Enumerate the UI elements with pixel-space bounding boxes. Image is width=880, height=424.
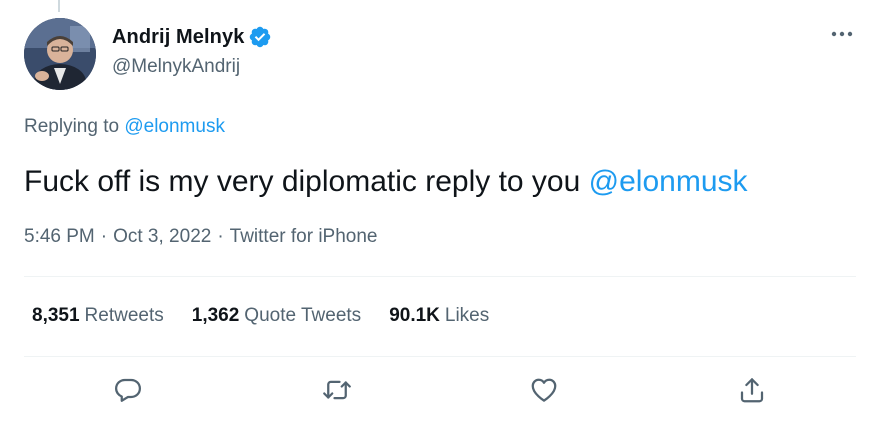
meta-separator: · [100,226,108,247]
meta-separator: · [217,226,224,247]
share-icon [740,378,764,403]
retweets-count: 8,351 [32,305,80,326]
likes-count: 90.1K [389,305,440,326]
like-button[interactable] [520,366,568,414]
author-handle[interactable]: @MelnykAndrij [112,56,272,78]
retweets-label: Retweets [84,305,164,326]
more-options-icon[interactable] [828,20,856,48]
reply-icon [115,378,141,402]
quote-tweets-stat[interactable]: 1,362 Quote Tweets [192,305,361,327]
replying-to: Replying to @elonmusk [24,116,225,138]
divider [24,356,856,357]
tweet-stats: 8,351 Retweets 1,362 Quote Tweets 90.1K Lik… [32,305,517,327]
retweet-icon [323,380,351,400]
tweet-text: Fuck off is my very diplomatic reply to … [24,160,748,204]
tweet-body: Fuck off is my very diplomatic reply to … [24,165,581,198]
author-display-name[interactable]: Andrij Melnyk [112,26,244,49]
retweets-stat[interactable]: 8,351 Retweets [32,305,164,327]
tweet-header: Andrij Melnyk @MelnykAndrij [24,18,860,90]
replying-to-mention[interactable]: @elonmusk [124,116,225,137]
avatar[interactable] [24,18,96,90]
like-icon [531,378,557,402]
divider [24,276,856,277]
quote-tweets-label: Quote Tweets [244,305,362,326]
verified-badge-icon [248,25,272,49]
thread-connector-line [58,0,60,12]
likes-label: Likes [444,305,490,326]
tweet-source[interactable]: Twitter for iPhone [230,226,378,247]
tweet-actions [24,366,856,414]
tweet-date[interactable]: Oct 3, 2022 [113,226,211,247]
replying-to-label: Replying to [24,116,120,137]
reply-button[interactable] [104,366,152,414]
tweet-time[interactable]: 5:46 PM [24,226,95,247]
retweet-button[interactable] [313,366,361,414]
share-button[interactable] [728,366,776,414]
tweet-mention-link[interactable]: @elonmusk [589,165,748,198]
likes-stat[interactable]: 90.1K Likes [389,305,489,327]
quote-tweets-count: 1,362 [191,305,240,326]
tweet-meta: 5:46 PM · Oct 3, 2022 · Twitter for iPhone [24,226,378,248]
